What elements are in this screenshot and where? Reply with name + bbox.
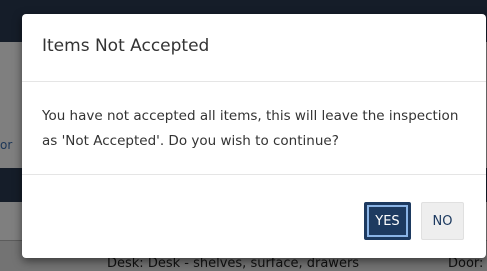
dialog-title: Items Not Accepted — [42, 36, 210, 56]
page: or Desk: Desk - shelves, surface, drawer… — [0, 0, 487, 271]
confirm-dialog: Items Not Accepted You have not accepted… — [22, 14, 486, 258]
dialog-footer: YES NO — [22, 174, 486, 258]
yes-button[interactable]: YES — [364, 202, 411, 240]
dialog-message: You have not accepted all items, this wi… — [42, 108, 459, 149]
no-button[interactable]: NO — [421, 202, 464, 240]
dialog-header: Items Not Accepted — [22, 14, 486, 82]
